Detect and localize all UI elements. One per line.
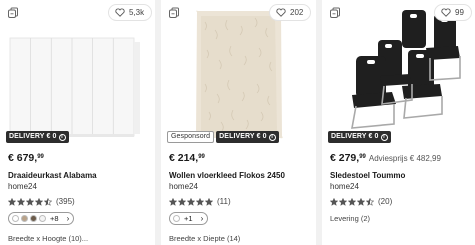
rating: (20) — [330, 197, 473, 206]
chevron-right-icon: › — [200, 214, 204, 223]
star-icon — [366, 197, 374, 206]
price: € 214,99 — [169, 152, 205, 164]
delivery-badge: DELIVERY € 0 i — [216, 131, 279, 143]
favorite-button[interactable]: 5,3k — [108, 4, 153, 21]
star-icon — [357, 197, 365, 206]
star-icon — [178, 197, 186, 206]
price-cents: 99 — [359, 154, 366, 160]
favorite-button[interactable]: 202 — [269, 4, 312, 21]
color-swatch[interactable] — [173, 215, 180, 222]
more-variants: +8 — [50, 214, 59, 223]
rating: (395) — [8, 197, 151, 206]
advice-price: Adviesprijs € 482,99 — [368, 154, 441, 163]
heart-icon — [115, 8, 125, 17]
chevron-right-icon: › — [66, 214, 70, 223]
product-image[interactable] — [0, 0, 155, 145]
product-image[interactable] — [322, 0, 475, 145]
info-icon[interactable]: i — [268, 133, 276, 141]
star-rating — [330, 197, 374, 206]
price: € 679,99 — [8, 152, 44, 164]
sponsored-badge: Gesponsord — [167, 131, 215, 143]
chairs-image — [322, 0, 475, 145]
price-main: € 679, — [8, 152, 38, 164]
variant-selector[interactable]: +8 › — [8, 212, 75, 225]
rating-count: (395) — [56, 197, 75, 206]
delivery-badge-label: DELIVERY € 0 — [331, 133, 379, 140]
delivery-badge: DELIVERY € 0 i — [6, 131, 69, 143]
color-swatch[interactable] — [12, 215, 19, 222]
rug-image — [161, 0, 316, 145]
product-card[interactable]: 5,3k DELIVERY € 0 i € 679,99 Draaideurka… — [0, 0, 155, 245]
variant-dimension-label[interactable]: Breedte x Hoogte (10)... — [8, 234, 151, 243]
favorite-count: 99 — [455, 8, 464, 17]
star-icon — [205, 197, 213, 206]
wardrobe-image — [0, 0, 155, 145]
color-swatch[interactable] — [39, 215, 46, 222]
product-image[interactable] — [161, 0, 316, 145]
star-icon — [339, 197, 347, 206]
star-icon — [17, 197, 25, 206]
color-swatch[interactable] — [21, 215, 28, 222]
heart-icon — [276, 8, 286, 17]
star-icon — [196, 197, 204, 206]
seller-name: home24 — [169, 182, 198, 191]
star-icon — [330, 197, 338, 206]
compare-icon[interactable] — [168, 7, 180, 19]
compare-icon[interactable] — [329, 7, 341, 19]
product-title[interactable]: Sledestoel Toummo — [330, 171, 473, 180]
seller-name: home24 — [330, 182, 359, 191]
info-icon[interactable]: i — [58, 133, 66, 141]
star-icon — [44, 197, 52, 206]
delivery-badge-label: DELIVERY € 0 — [9, 133, 57, 140]
star-icon — [348, 197, 356, 206]
compare-icon[interactable] — [7, 7, 19, 19]
delivery-badge-label: DELIVERY € 0 — [219, 133, 267, 140]
color-swatch[interactable] — [30, 215, 37, 222]
heart-icon — [441, 8, 451, 17]
star-rating — [169, 197, 213, 206]
favorite-button[interactable]: 99 — [434, 4, 472, 21]
rating-count: (11) — [217, 197, 231, 206]
delivery-badge: DELIVERY € 0 i — [328, 131, 391, 143]
star-rating — [8, 197, 52, 206]
rating: (11) — [169, 197, 312, 206]
price-cents: 99 — [37, 154, 44, 160]
seller-name: home24 — [8, 182, 37, 191]
product-title[interactable]: Draaideurkast Alabama — [8, 171, 151, 180]
price: € 279,99 — [330, 152, 366, 164]
price-cents: 99 — [198, 154, 205, 160]
star-icon — [35, 197, 43, 206]
star-icon — [26, 197, 34, 206]
product-card[interactable]: 202 Gesponsord DELIVERY € 0 i € 214,99 W… — [161, 0, 316, 245]
variant-selector[interactable]: +1 › — [169, 212, 209, 225]
product-card[interactable]: 99 DELIVERY € 0 i € 279,99 Adviesprijs €… — [322, 0, 475, 245]
more-variants: +1 — [184, 214, 193, 223]
star-icon — [8, 197, 16, 206]
favorite-count: 5,3k — [129, 8, 145, 17]
variant-dimension-label[interactable]: Breedte x Diepte (14) — [169, 234, 312, 243]
star-icon — [169, 197, 177, 206]
product-title[interactable]: Wollen vloerkleed Flokos 2450 — [169, 171, 312, 180]
info-icon[interactable]: i — [380, 133, 388, 141]
price-main: € 214, — [169, 152, 199, 164]
favorite-count: 202 — [290, 8, 304, 17]
price-main: € 279, — [330, 152, 360, 164]
delivery-options-label[interactable]: Levering (2) — [330, 214, 473, 223]
star-icon — [187, 197, 195, 206]
rating-count: (20) — [378, 197, 393, 206]
